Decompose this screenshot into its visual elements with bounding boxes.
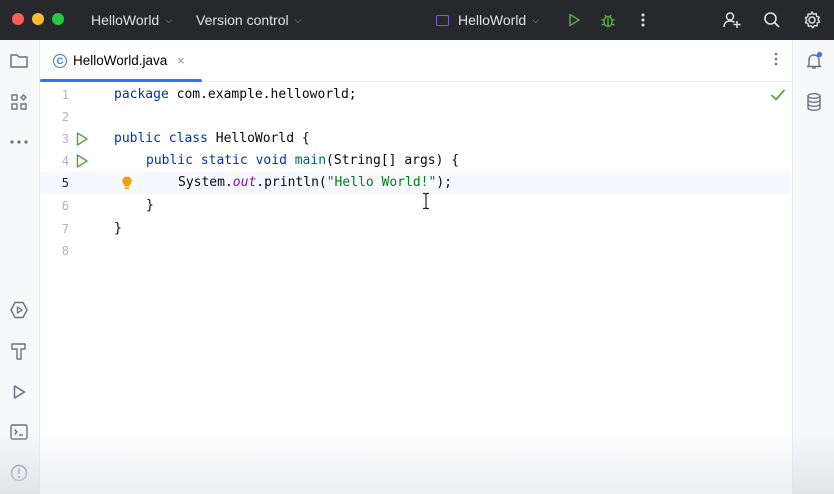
- more-actions-button[interactable]: [631, 8, 655, 32]
- search-button[interactable]: [760, 8, 784, 32]
- editor-tabs: C HelloWorld.java ×: [40, 40, 792, 82]
- notifications-button[interactable]: [801, 48, 827, 74]
- left-toolbar: [0, 40, 40, 494]
- keyword: public: [146, 153, 193, 168]
- maximize-window-button[interactable]: [52, 13, 64, 25]
- string-literal: "Hello World!": [326, 175, 437, 190]
- debug-icon: [601, 14, 615, 28]
- problems-icon: [10, 464, 28, 482]
- closing-brace: }: [146, 198, 154, 213]
- run-button[interactable]: [562, 8, 586, 32]
- tab-options-button[interactable]: [774, 52, 778, 69]
- services-icon: [10, 301, 28, 319]
- closing-brace: }: [114, 221, 122, 236]
- database-icon: [807, 93, 821, 112]
- run-config-name: HelloWorld: [458, 12, 527, 28]
- text-cursor-icon: [423, 192, 429, 210]
- method-params: (String[] args) {: [326, 153, 460, 168]
- project-tool-button[interactable]: [6, 48, 32, 74]
- keyword: package: [114, 87, 169, 102]
- line-number: 8: [61, 244, 69, 258]
- project-selector[interactable]: HelloWorld ⌵: [91, 0, 172, 40]
- more-icon: [10, 140, 28, 144]
- code-line-4: public static void main(String[] args) {: [146, 150, 459, 172]
- run-tool-button[interactable]: [6, 379, 32, 405]
- java-class-icon: C: [53, 53, 67, 68]
- run-config-selector[interactable]: HelloWorld ⌵: [436, 0, 539, 40]
- tab-label: HelloWorld.java: [73, 53, 168, 68]
- lightbulb-icon[interactable]: [120, 175, 134, 191]
- more-vertical-icon: [774, 52, 778, 66]
- settings-button[interactable]: [800, 8, 824, 32]
- static-field: out: [232, 175, 257, 190]
- code-line-7: }: [114, 218, 122, 240]
- debug-button[interactable]: [596, 8, 620, 32]
- run-class-gutter-icon[interactable]: [74, 131, 90, 147]
- search-icon: [764, 12, 780, 28]
- structure-icon: [11, 94, 27, 110]
- code-line-3: public class HelloWorld {: [114, 128, 310, 150]
- database-button[interactable]: [801, 89, 827, 115]
- line-number: 7: [61, 222, 69, 236]
- hammer-icon: [11, 343, 26, 360]
- code-line-5: System.out.println("Hello World!");: [178, 172, 452, 194]
- right-toolbar: [792, 40, 834, 494]
- method-call: .println(: [256, 175, 327, 190]
- no-problems-check-icon[interactable]: [769, 86, 787, 104]
- code-line-1: package com.example.helloworld;: [114, 84, 357, 106]
- problems-tool-button[interactable]: [6, 460, 32, 486]
- line-number-current: 5: [61, 176, 69, 190]
- gear-icon: [804, 11, 821, 29]
- keyword: public: [114, 131, 161, 146]
- build-tool-button[interactable]: [6, 338, 32, 364]
- keyword: class: [168, 131, 208, 146]
- title-bar: HelloWorld ⌵ Version control ⌵ HelloWorl…: [0, 0, 834, 40]
- vcs-label: Version control: [196, 12, 289, 28]
- keyword: void: [255, 153, 287, 168]
- run-icon: [569, 13, 580, 27]
- line-number: 3: [61, 132, 69, 146]
- class-ref: System.: [178, 175, 233, 190]
- vcs-selector[interactable]: Version control ⌵: [196, 0, 301, 40]
- run-main-gutter-icon[interactable]: [74, 153, 90, 169]
- line-number: 4: [61, 154, 69, 168]
- tab-helloworld-java[interactable]: C HelloWorld.java ×: [40, 40, 202, 82]
- services-tool-button[interactable]: [6, 297, 32, 323]
- keyword: static: [200, 153, 248, 168]
- line-number: 2: [61, 110, 69, 124]
- close-icon[interactable]: ×: [177, 53, 185, 68]
- terminal-tool-button[interactable]: [6, 419, 32, 445]
- folder-icon: [10, 54, 28, 68]
- more-vertical-icon: [641, 13, 645, 27]
- run-config-icon: [436, 14, 449, 26]
- chevron-down-icon: ⌵: [165, 14, 173, 25]
- code-line-6: }: [146, 195, 154, 217]
- close-window-button[interactable]: [12, 13, 24, 25]
- structure-tool-button[interactable]: [6, 89, 32, 115]
- statement-end: );: [436, 175, 452, 190]
- run-icon: [13, 385, 26, 399]
- add-user-button[interactable]: [720, 8, 744, 32]
- project-name: HelloWorld: [91, 12, 160, 28]
- class-declaration: HelloWorld {: [207, 131, 310, 146]
- add-user-icon: [723, 12, 741, 28]
- more-tools-button[interactable]: [6, 129, 32, 155]
- chevron-down-icon: ⌵: [294, 14, 302, 25]
- chevron-down-icon: ⌵: [532, 14, 540, 25]
- notifications-icon: [806, 51, 823, 69]
- line-number: 6: [61, 199, 69, 213]
- package-name: com.example.helloworld;: [168, 87, 357, 102]
- terminal-icon: [10, 424, 28, 440]
- method-name: main: [294, 153, 327, 168]
- line-number: 1: [61, 88, 69, 102]
- minimize-window-button[interactable]: [32, 13, 44, 25]
